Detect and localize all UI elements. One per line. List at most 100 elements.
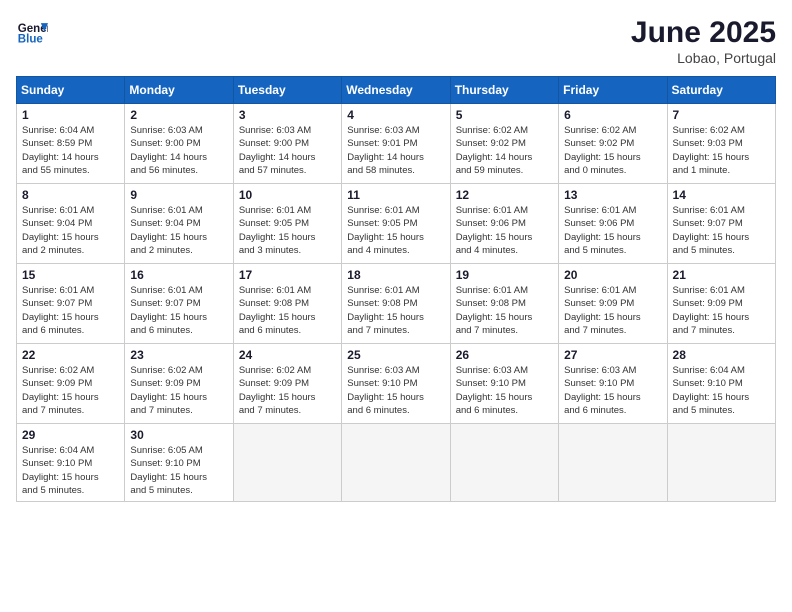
day-number: 3 <box>239 108 336 122</box>
day-info: Sunrise: 6:02 AM Sunset: 9:09 PM Dayligh… <box>130 364 227 417</box>
day-cell-5: 5 Sunrise: 6:02 AM Sunset: 9:02 PM Daylig… <box>450 104 558 184</box>
day-info: Sunrise: 6:04 AM Sunset: 9:10 PM Dayligh… <box>22 444 119 497</box>
day-number: 22 <box>22 348 119 362</box>
day-info: Sunrise: 6:03 AM Sunset: 9:10 PM Dayligh… <box>564 364 661 417</box>
day-number: 9 <box>130 188 227 202</box>
day-cell-26: 26 Sunrise: 6:03 AM Sunset: 9:10 PM Dayli… <box>450 344 558 424</box>
location: Lobao, Portugal <box>631 50 776 66</box>
day-number: 30 <box>130 428 227 442</box>
day-number: 15 <box>22 268 119 282</box>
day-info: Sunrise: 6:05 AM Sunset: 9:10 PM Dayligh… <box>130 444 227 497</box>
week-row-3: 15 Sunrise: 6:01 AM Sunset: 9:07 PM Dayli… <box>17 264 776 344</box>
day-cell-16: 16 Sunrise: 6:01 AM Sunset: 9:07 PM Dayli… <box>125 264 233 344</box>
day-cell-22: 22 Sunrise: 6:02 AM Sunset: 9:09 PM Dayli… <box>17 344 125 424</box>
day-cell-12: 12 Sunrise: 6:01 AM Sunset: 9:06 PM Dayli… <box>450 184 558 264</box>
week-row-2: 8 Sunrise: 6:01 AM Sunset: 9:04 PM Daylig… <box>17 184 776 264</box>
day-cell-8: 8 Sunrise: 6:01 AM Sunset: 9:04 PM Daylig… <box>17 184 125 264</box>
day-cell-25: 25 Sunrise: 6:03 AM Sunset: 9:10 PM Dayli… <box>342 344 450 424</box>
day-info: Sunrise: 6:03 AM Sunset: 9:10 PM Dayligh… <box>347 364 444 417</box>
day-cell-15: 15Sunrise: 6:01 AM Sunset: 9:07 PM Dayli… <box>17 264 125 344</box>
day-number: 13 <box>564 188 661 202</box>
day-cell-6: 6 Sunrise: 6:02 AM Sunset: 9:02 PM Daylig… <box>559 104 667 184</box>
header-row: SundayMondayTuesdayWednesdayThursdayFrid… <box>17 77 776 104</box>
day-info: Sunrise: 6:01 AM Sunset: 9:09 PM Dayligh… <box>673 284 770 337</box>
day-cell-empty <box>450 424 558 502</box>
day-cell-24: 24Sunrise: 6:02 AM Sunset: 9:09 PM Dayli… <box>233 344 341 424</box>
day-info: Sunrise: 6:02 AM Sunset: 9:09 PM Dayligh… <box>22 364 119 417</box>
day-info: Sunrise: 6:01 AM Sunset: 9:04 PM Dayligh… <box>130 204 227 257</box>
day-cell-1: 1Sunrise: 6:04 AM Sunset: 8:59 PM Daylig… <box>17 104 125 184</box>
col-header-sunday: Sunday <box>17 77 125 104</box>
day-number: 7 <box>673 108 770 122</box>
day-info: Sunrise: 6:01 AM Sunset: 9:05 PM Dayligh… <box>239 204 336 257</box>
day-info: Sunrise: 6:01 AM Sunset: 9:04 PM Dayligh… <box>22 204 119 257</box>
day-cell-17: 17Sunrise: 6:01 AM Sunset: 9:08 PM Dayli… <box>233 264 341 344</box>
day-info: Sunrise: 6:01 AM Sunset: 9:09 PM Dayligh… <box>564 284 661 337</box>
day-cell-empty <box>559 424 667 502</box>
day-info: Sunrise: 6:03 AM Sunset: 9:10 PM Dayligh… <box>456 364 553 417</box>
day-cell-3: 3 Sunrise: 6:03 AM Sunset: 9:00 PM Daylig… <box>233 104 341 184</box>
day-cell-9: 9 Sunrise: 6:01 AM Sunset: 9:04 PM Daylig… <box>125 184 233 264</box>
day-info: Sunrise: 6:02 AM Sunset: 9:03 PM Dayligh… <box>673 124 770 177</box>
day-info: Sunrise: 6:04 AM Sunset: 9:10 PM Dayligh… <box>673 364 770 417</box>
logo: General Blue <box>16 16 48 48</box>
day-cell-13: 13Sunrise: 6:01 AM Sunset: 9:06 PM Dayli… <box>559 184 667 264</box>
day-number: 28 <box>673 348 770 362</box>
day-cell-14: 14Sunrise: 6:01 AM Sunset: 9:07 PM Dayli… <box>667 184 775 264</box>
day-number: 18 <box>347 268 444 282</box>
day-cell-empty <box>233 424 341 502</box>
day-info: Sunrise: 6:01 AM Sunset: 9:05 PM Dayligh… <box>347 204 444 257</box>
day-info: Sunrise: 6:03 AM Sunset: 9:00 PM Dayligh… <box>239 124 336 177</box>
svg-text:Blue: Blue <box>18 34 44 46</box>
day-number: 8 <box>22 188 119 202</box>
day-info: Sunrise: 6:03 AM Sunset: 9:00 PM Dayligh… <box>130 124 227 177</box>
day-number: 10 <box>239 188 336 202</box>
day-number: 16 <box>130 268 227 282</box>
day-cell-28: 28 Sunrise: 6:04 AM Sunset: 9:10 PM Dayli… <box>667 344 775 424</box>
day-number: 11 <box>347 188 444 202</box>
day-info: Sunrise: 6:02 AM Sunset: 9:02 PM Dayligh… <box>456 124 553 177</box>
col-header-friday: Friday <box>559 77 667 104</box>
calendar-table: SundayMondayTuesdayWednesdayThursdayFrid… <box>16 76 776 502</box>
month-title: June 2025 <box>631 16 776 50</box>
day-number: 19 <box>456 268 553 282</box>
day-number: 20 <box>564 268 661 282</box>
day-info: Sunrise: 6:02 AM Sunset: 9:09 PM Dayligh… <box>239 364 336 417</box>
day-number: 2 <box>130 108 227 122</box>
col-header-thursday: Thursday <box>450 77 558 104</box>
col-header-monday: Monday <box>125 77 233 104</box>
week-row-5: 29 Sunrise: 6:04 AM Sunset: 9:10 PM Dayli… <box>17 424 776 502</box>
day-cell-empty <box>667 424 775 502</box>
day-cell-2: 2 Sunrise: 6:03 AM Sunset: 9:00 PM Daylig… <box>125 104 233 184</box>
day-number: 6 <box>564 108 661 122</box>
day-cell-4: 4 Sunrise: 6:03 AM Sunset: 9:01 PM Daylig… <box>342 104 450 184</box>
day-info: Sunrise: 6:03 AM Sunset: 9:01 PM Dayligh… <box>347 124 444 177</box>
day-number: 14 <box>673 188 770 202</box>
title-block: June 2025 Lobao, Portugal <box>631 16 776 66</box>
day-number: 5 <box>456 108 553 122</box>
day-cell-30: 30 Sunrise: 6:05 AM Sunset: 9:10 PM Dayli… <box>125 424 233 502</box>
week-row-1: 1Sunrise: 6:04 AM Sunset: 8:59 PM Daylig… <box>17 104 776 184</box>
day-info: Sunrise: 6:01 AM Sunset: 9:07 PM Dayligh… <box>130 284 227 337</box>
day-number: 25 <box>347 348 444 362</box>
day-number: 4 <box>347 108 444 122</box>
day-cell-7: 7 Sunrise: 6:02 AM Sunset: 9:03 PM Daylig… <box>667 104 775 184</box>
day-number: 29 <box>22 428 119 442</box>
day-info: Sunrise: 6:01 AM Sunset: 9:06 PM Dayligh… <box>456 204 553 257</box>
day-cell-21: 21 Sunrise: 6:01 AM Sunset: 9:09 PM Dayli… <box>667 264 775 344</box>
day-cell-20: 20 Sunrise: 6:01 AM Sunset: 9:09 PM Dayli… <box>559 264 667 344</box>
week-row-4: 22 Sunrise: 6:02 AM Sunset: 9:09 PM Dayli… <box>17 344 776 424</box>
day-cell-23: 23Sunrise: 6:02 AM Sunset: 9:09 PM Dayli… <box>125 344 233 424</box>
day-number: 27 <box>564 348 661 362</box>
day-info: Sunrise: 6:02 AM Sunset: 9:02 PM Dayligh… <box>564 124 661 177</box>
day-number: 26 <box>456 348 553 362</box>
day-info: Sunrise: 6:01 AM Sunset: 9:08 PM Dayligh… <box>456 284 553 337</box>
day-number: 12 <box>456 188 553 202</box>
col-header-wednesday: Wednesday <box>342 77 450 104</box>
day-cell-27: 27 Sunrise: 6:03 AM Sunset: 9:10 PM Dayli… <box>559 344 667 424</box>
day-cell-empty <box>342 424 450 502</box>
day-cell-10: 10 Sunrise: 6:01 AM Sunset: 9:05 PM Dayli… <box>233 184 341 264</box>
day-number: 21 <box>673 268 770 282</box>
day-cell-29: 29 Sunrise: 6:04 AM Sunset: 9:10 PM Dayli… <box>17 424 125 502</box>
day-info: Sunrise: 6:04 AM Sunset: 8:59 PM Dayligh… <box>22 124 119 177</box>
